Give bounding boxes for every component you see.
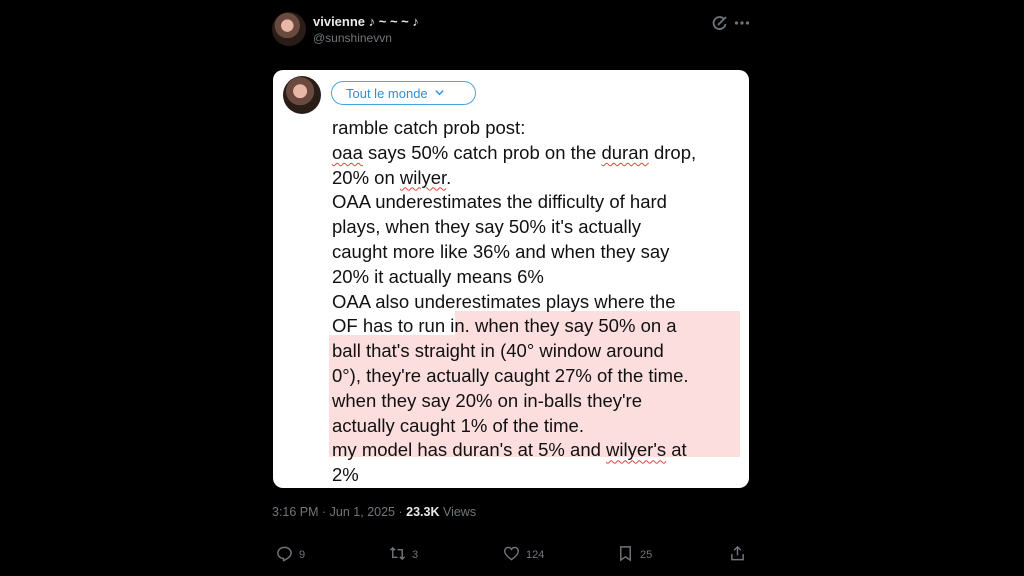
body-line: OF has to run in. when they say 50% on a (332, 315, 677, 337)
bookmark-icon (617, 545, 634, 565)
body-line: plays, when they say 50% it's actually (332, 216, 641, 238)
body-line: 2% (332, 464, 359, 486)
audience-selector: Tout le monde (331, 81, 476, 105)
body-line: ramble catch prob post: (332, 117, 526, 138)
body-line: when they say 20% on in-balls they're (332, 389, 643, 411)
more-icon[interactable] (733, 14, 751, 32)
post-body-text: ramble catch prob post: oaa says 50% cat… (332, 116, 742, 488)
chevron-down-icon (434, 82, 445, 106)
post-date[interactable]: Jun 1, 2025 (330, 505, 395, 519)
repost-icon (389, 545, 406, 565)
grok-icon[interactable] (711, 14, 729, 32)
body-line: my model has duran's at 5% and wilyer's … (332, 439, 687, 461)
repost-count: 3 (412, 549, 419, 561)
author-avatar[interactable] (272, 12, 306, 46)
body-line: 20% on wilyer. (332, 166, 452, 188)
share-button[interactable] (729, 545, 746, 565)
post-meta: 3:16 PM · Jun 1, 2025 · 23.3K Views (272, 505, 477, 519)
like-button[interactable]: 124 (503, 546, 544, 564)
author-name[interactable]: vivienne ♪ ~ ~ ~ ♪ (313, 14, 419, 29)
views-count: 23.3K (406, 505, 440, 519)
body-line: 20% it actually means 6% (332, 265, 544, 287)
reply-count: 9 (299, 549, 306, 561)
post-time[interactable]: 3:16 PM (272, 505, 319, 519)
body-line: OAA also underestimates plays where the (332, 290, 676, 312)
body-line: OAA underestimates the difficulty of har… (332, 191, 667, 213)
audience-label: Tout le monde (346, 86, 428, 101)
reply-icon (276, 545, 293, 565)
body-line: oaa says 50% catch prob on the duran dro… (332, 141, 697, 163)
body-line: actually caught 1% of the time. (332, 414, 584, 436)
body-line: 0°), they're actually caught 27% of the … (332, 364, 689, 386)
bookmark-button[interactable]: 25 (617, 546, 652, 564)
like-icon (503, 545, 520, 565)
reply-button[interactable]: 9 (276, 546, 305, 564)
body-line: caught more like 36% and when they say (332, 240, 670, 262)
share-icon (729, 545, 746, 565)
bookmark-count: 25 (640, 549, 653, 561)
like-count: 124 (526, 549, 545, 561)
repost-button[interactable]: 3 (389, 546, 418, 564)
card-avatar (283, 76, 321, 114)
views-label: Views (442, 505, 477, 519)
author-handle[interactable]: @sunshinevvn (313, 31, 392, 45)
body-line: ball that's straight in (40° window arou… (332, 340, 664, 362)
